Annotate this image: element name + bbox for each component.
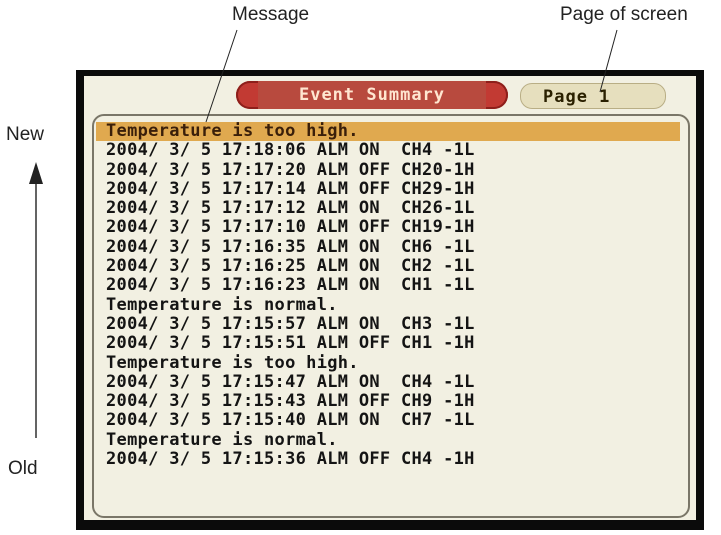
event-summary-screen: Event Summary Page 1 Temperature is too … xyxy=(84,76,696,520)
event-message-row[interactable]: Temperature is normal. xyxy=(106,430,674,450)
event-message-row[interactable]: Temperature is too high. xyxy=(96,121,680,142)
page-of-screen-callout-label: Page of screen xyxy=(560,4,688,25)
event-alarm-row[interactable]: 2004/ 3/ 5 17:15:40 ALM ON CH7 -1L xyxy=(106,411,674,431)
event-alarm-row[interactable]: 2004/ 3/ 5 17:15:47 ALM ON CH4 -1L xyxy=(106,372,674,392)
page-indicator: Page 1 xyxy=(520,83,666,109)
event-alarm-row[interactable]: 2004/ 3/ 5 17:17:14 ALM OFF CH29-1H xyxy=(106,179,674,199)
new-label: New xyxy=(6,124,45,145)
event-alarm-row[interactable]: 2004/ 3/ 5 17:16:25 ALM ON CH2 -1L xyxy=(106,256,674,276)
title-tab: Event Summary xyxy=(236,81,508,109)
event-list: Temperature is too high. 2004/ 3/ 5 17:18… xyxy=(96,121,680,469)
event-alarm-row[interactable]: 2004/ 3/ 5 17:15:43 ALM OFF CH9 -1H xyxy=(106,391,674,411)
event-alarm-row[interactable]: 2004/ 3/ 5 17:16:23 ALM ON CH1 -1L xyxy=(106,276,674,296)
page-indicator-text: Page 1 xyxy=(543,87,611,107)
event-alarm-row[interactable]: 2004/ 3/ 5 17:17:20 ALM OFF CH20-1H xyxy=(106,160,674,180)
event-alarm-row[interactable]: 2004/ 3/ 5 17:17:10 ALM OFF CH19-1H xyxy=(106,218,674,238)
up-arrow-icon xyxy=(29,162,43,184)
event-alarm-row[interactable]: 2004/ 3/ 5 17:18:06 ALM ON CH4 -1L xyxy=(106,140,674,160)
event-message-row[interactable]: Temperature is too high. xyxy=(106,353,674,373)
event-alarm-row[interactable]: 2004/ 3/ 5 17:16:35 ALM ON CH6 -1L xyxy=(106,237,674,257)
screen-title: Event Summary xyxy=(298,85,446,105)
event-alarm-row[interactable]: 2004/ 3/ 5 17:17:12 ALM ON CH26-1L xyxy=(106,198,674,218)
event-alarm-row[interactable]: 2004/ 3/ 5 17:15:36 ALM OFF CH4 -1H xyxy=(106,449,674,469)
old-label: Old xyxy=(8,458,38,479)
event-alarm-row[interactable]: 2004/ 3/ 5 17:15:57 ALM ON CH3 -1L xyxy=(106,314,674,334)
event-alarm-row[interactable]: 2004/ 3/ 5 17:15:51 ALM OFF CH1 -1H xyxy=(106,333,674,353)
event-message-row[interactable]: Temperature is normal. xyxy=(106,295,674,315)
message-callout-label: Message xyxy=(232,4,310,25)
